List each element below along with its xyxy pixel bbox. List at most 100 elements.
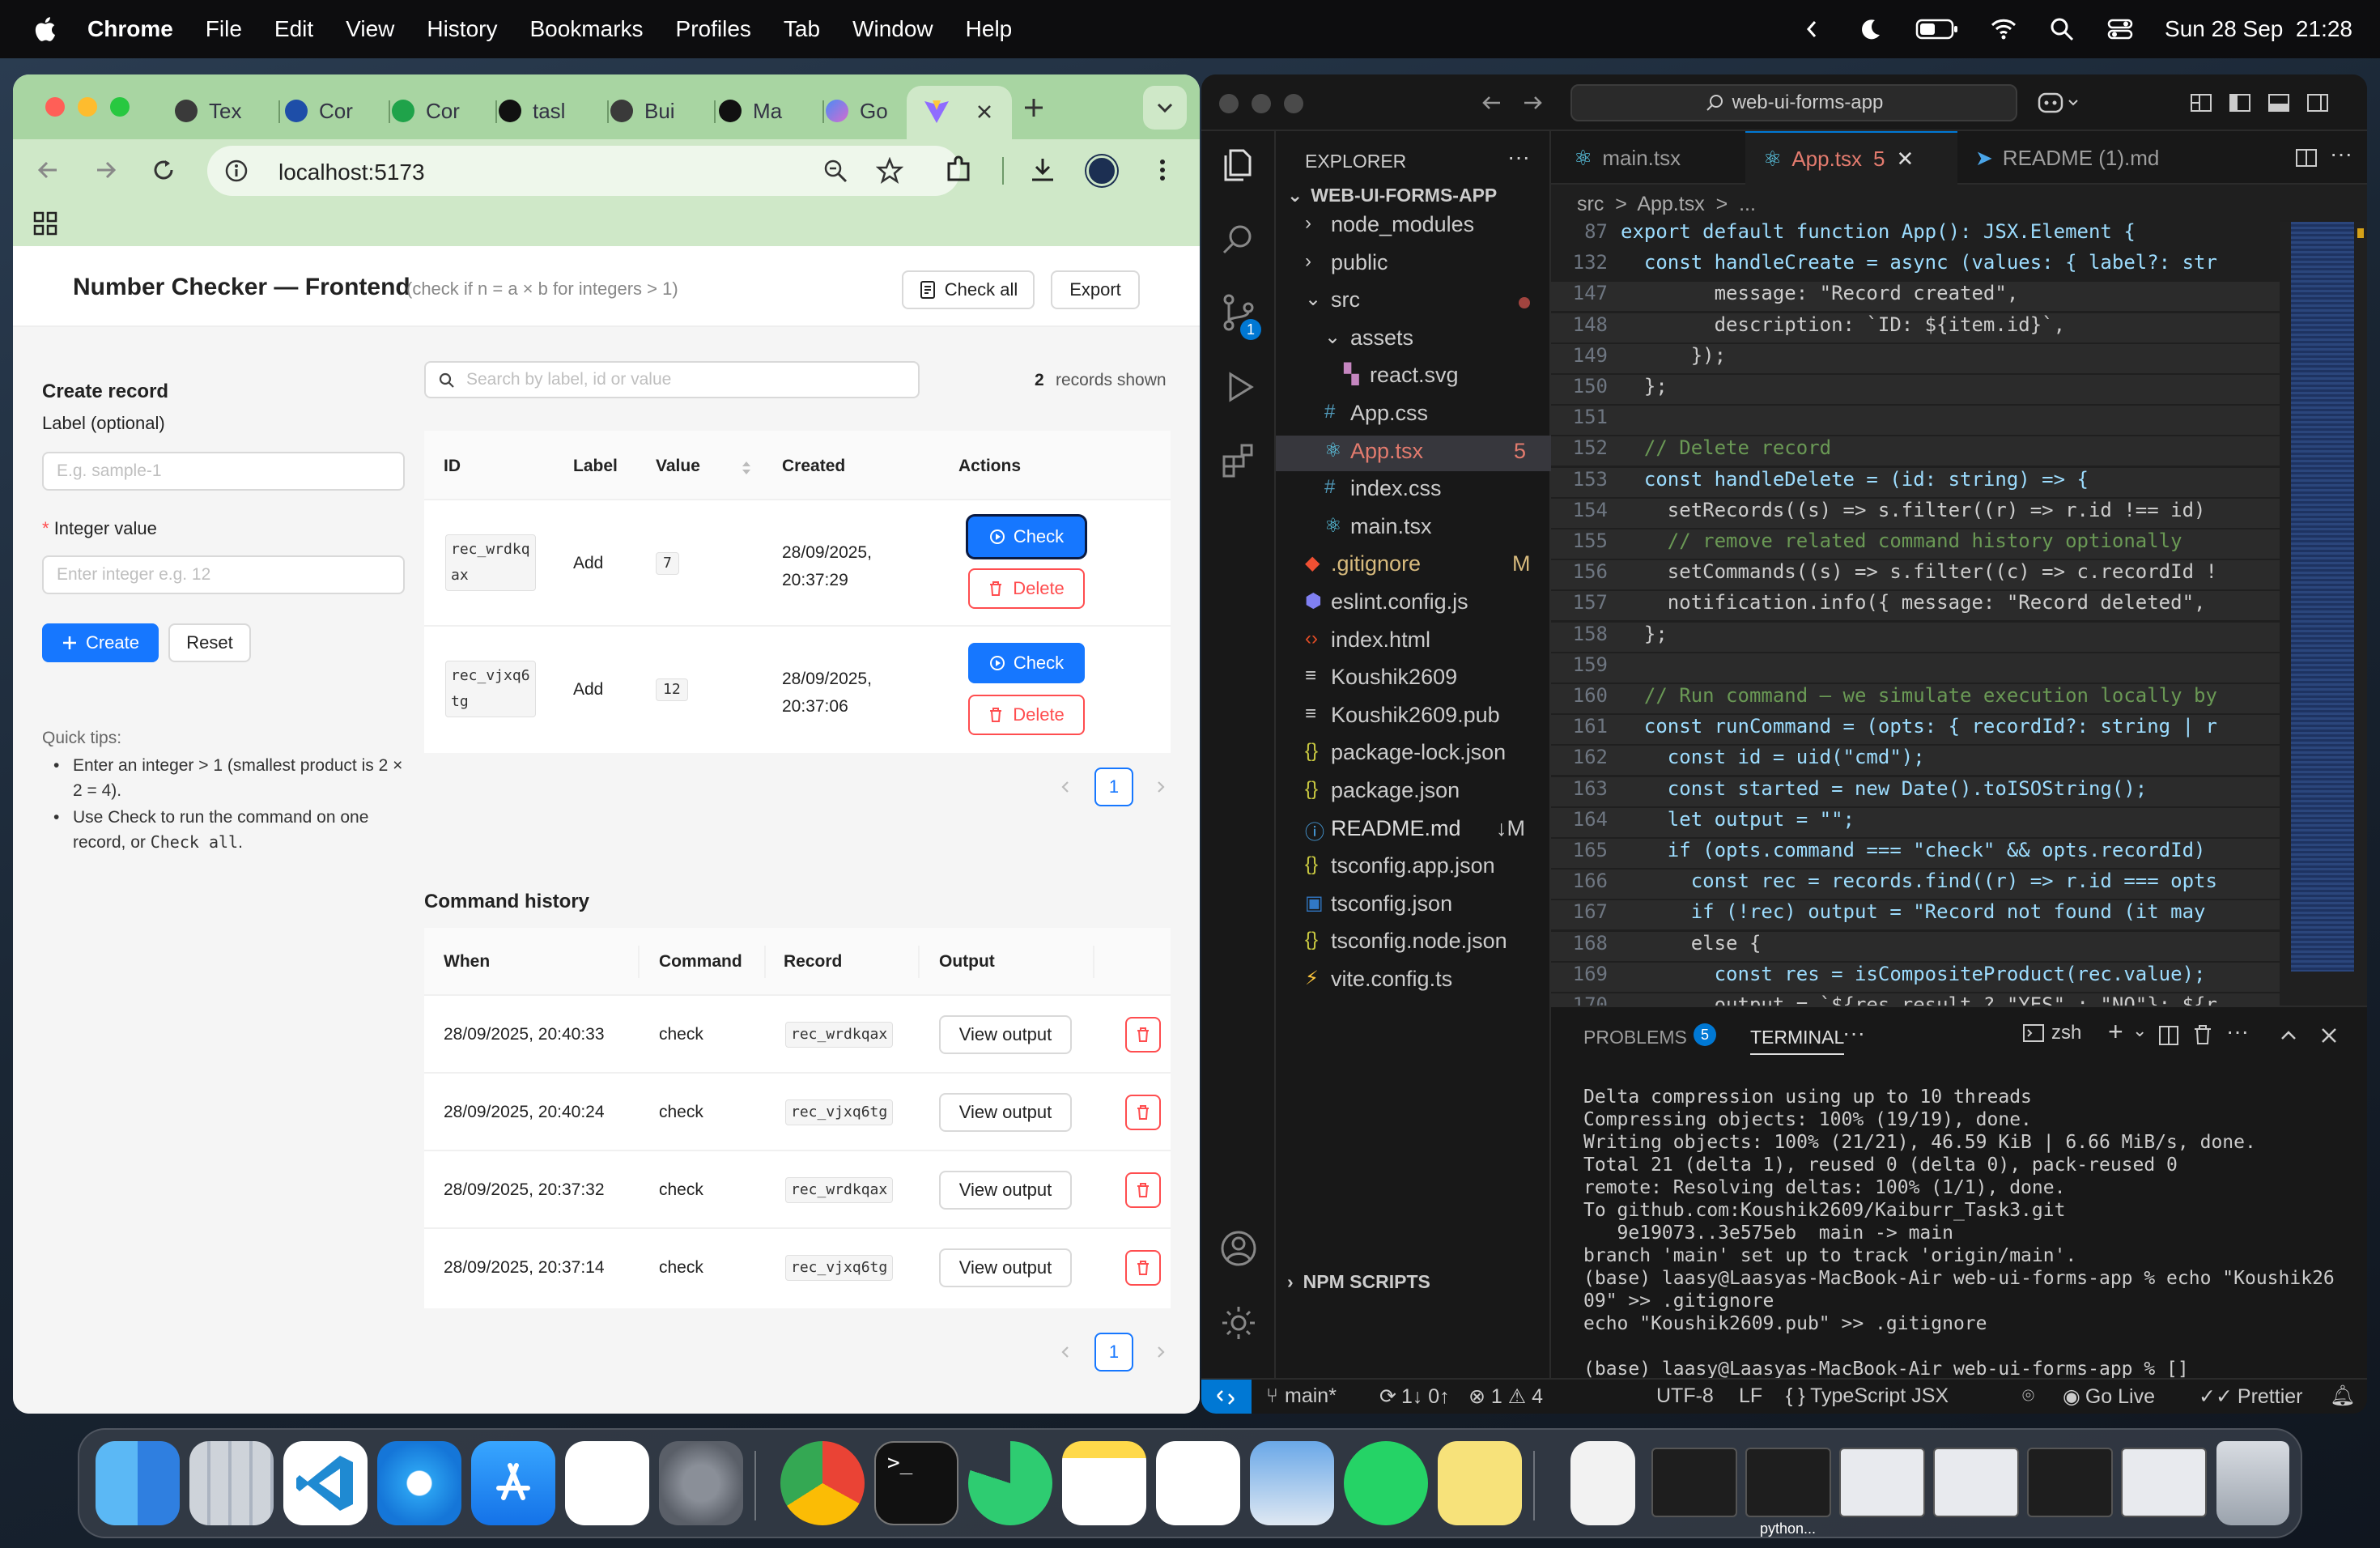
next-page-icon[interactable] [1153, 779, 1169, 795]
chrome-tab-5[interactable]: Bui [610, 89, 716, 133]
terminal-output[interactable]: Delta compression using up to 10 threads… [1551, 1064, 2361, 1380]
notes-icon[interactable] [1062, 1441, 1146, 1525]
next-page-icon[interactable] [1153, 1344, 1169, 1360]
file-tree-item[interactable]: ⓘ README.md ↓M [1276, 813, 1551, 848]
code-line[interactable]: 164 let output = ""; [1551, 807, 2280, 837]
url-text[interactable]: localhost:5173 [278, 159, 425, 185]
window-thumbnail[interactable] [1651, 1448, 1737, 1517]
site-info-icon[interactable] [223, 158, 249, 184]
view-output-button[interactable]: View output [939, 1015, 1072, 1054]
kebab-menu-icon[interactable] [1148, 155, 1177, 185]
view-output-button[interactable]: View output [939, 1093, 1072, 1132]
code-line[interactable]: 165 if (opts.command === "check" && opts… [1551, 839, 2280, 868]
check-button[interactable]: Check [968, 643, 1085, 683]
file-tree-item[interactable]: {} tsconfig.node.json [1276, 925, 1551, 961]
copilot-icon[interactable] [2037, 89, 2080, 117]
encoding-status[interactable]: UTF-8 [1656, 1384, 1714, 1408]
window-thumbnail[interactable] [1839, 1448, 1925, 1517]
copilot-status-icon[interactable]: ⌾ [2022, 1384, 2034, 1408]
label-input[interactable]: E.g. sample-1 [42, 452, 405, 491]
prettier-status[interactable]: ✓✓ Prettier [2199, 1384, 2303, 1409]
code-line[interactable]: 151 [1551, 406, 2280, 436]
file-tree-item[interactable]: ⚡ vite.config.ts [1276, 963, 1551, 999]
minimize-window-button[interactable] [78, 97, 97, 117]
code-line[interactable]: 152 // Delete record [1551, 436, 2280, 466]
file-tree-item[interactable]: {} package-lock.json [1276, 737, 1551, 772]
file-tree-item[interactable]: ≡ Koushik2609 [1276, 661, 1551, 697]
menu-history[interactable]: History [427, 16, 497, 42]
eol-status[interactable]: LF [1739, 1384, 1762, 1408]
file-tree-item[interactable]: ⌄ src [1276, 284, 1551, 320]
column-label[interactable]: Label [573, 457, 618, 476]
zoom-window-button[interactable] [1284, 94, 1303, 113]
window-thumbnail[interactable] [2121, 1448, 2207, 1517]
view-output-button[interactable]: View output [939, 1248, 1072, 1287]
reset-button[interactable]: Reset [168, 623, 251, 662]
view-output-button[interactable]: View output [939, 1171, 1072, 1210]
menu-edit[interactable]: Edit [274, 16, 313, 42]
code-line[interactable]: 166 const rec = records.find((r) => r.id… [1551, 870, 2280, 899]
menubar-clock[interactable]: Sun 28 Sep 21:28 [2165, 16, 2352, 42]
forward-arrow-icon[interactable] [1520, 91, 1545, 115]
code-view[interactable]: 87 export default function App(): JSX.Ele… [1551, 220, 2280, 1054]
account-icon[interactable] [1219, 1229, 1258, 1268]
toggle-panel-icon[interactable] [2267, 91, 2291, 115]
editor-tab-main-tsx[interactable]: ⚛ main.tsx [1551, 131, 1745, 185]
code-line[interactable]: 160 // Run command — we simulate executi… [1551, 684, 2280, 713]
file-tree-item[interactable]: # App.css [1276, 398, 1551, 433]
more-actions-icon[interactable]: ··· [2330, 141, 2352, 167]
zoom-window-button[interactable] [110, 97, 130, 117]
code-line[interactable]: 149 }); [1551, 343, 2280, 373]
code-line[interactable]: 168 else { [1551, 931, 2280, 961]
settings-gear-icon[interactable] [1219, 1303, 1258, 1342]
delete-history-button[interactable] [1125, 1017, 1161, 1053]
chrome-tab-active[interactable] [907, 86, 1012, 139]
export-button[interactable]: Export [1051, 270, 1140, 309]
file-tree-item[interactable]: # index.css [1276, 473, 1551, 508]
file-tree-item[interactable]: ≡ Koushik2609.pub [1276, 700, 1551, 735]
extensions-icon[interactable] [1219, 440, 1258, 479]
language-status[interactable]: { } TypeScript JSX [1786, 1384, 1949, 1408]
editor-breadcrumb[interactable]: src > App.tsx > ... [1577, 193, 1756, 216]
whatsapp-icon[interactable] [1344, 1441, 1428, 1525]
code-line[interactable]: 87 export default function App(): JSX.Ele… [1551, 220, 2280, 249]
run-debug-icon[interactable] [1219, 368, 1258, 406]
menu-help[interactable]: Help [966, 16, 1013, 42]
code-line[interactable]: 163 const started = new Date().toISOStri… [1551, 776, 2280, 806]
preview-icon[interactable] [1250, 1441, 1334, 1525]
chrome-tab-3[interactable]: Cor [392, 89, 497, 133]
stickies-icon[interactable] [1438, 1441, 1522, 1525]
split-terminal-icon[interactable] [2158, 1025, 2179, 1046]
problems-tab[interactable]: PROBLEMS [1583, 1027, 1687, 1048]
code-line[interactable]: 158 }; [1551, 622, 2280, 652]
code-line[interactable]: 148 description: `ID: ${item.id}`, [1551, 313, 2280, 342]
launchpad-icon[interactable] [189, 1441, 274, 1525]
reload-icon[interactable] [151, 157, 176, 183]
project-root[interactable]: ⌄ WEB-UI-FORMS-APP [1287, 185, 1497, 206]
menu-chrome[interactable]: Chrome [87, 16, 173, 42]
file-tree-item[interactable]: › node_modules [1276, 209, 1551, 245]
close-tab-icon[interactable]: ✕ [1897, 147, 1915, 172]
chevron-left-icon[interactable] [1799, 15, 1826, 43]
battery-icon[interactable] [1915, 17, 1959, 41]
file-tree-item[interactable]: ⚛ main.tsx [1276, 511, 1551, 546]
sort-icon[interactable] [740, 458, 753, 478]
file-tree-item[interactable]: ⌄ assets [1276, 322, 1551, 358]
chevron-down-icon[interactable]: ⌄ [2132, 1020, 2147, 1041]
menu-view[interactable]: View [346, 16, 394, 42]
safari-icon[interactable] [377, 1441, 461, 1525]
reminders-icon[interactable] [565, 1441, 649, 1525]
editor-tab-app-tsx[interactable]: ⚛ App.tsx 5 ✕ [1745, 131, 1957, 185]
chrome-tab-2[interactable]: Cor [285, 89, 390, 133]
trash-icon[interactable] [2192, 1023, 2213, 1046]
menu-file[interactable]: File [206, 16, 242, 42]
delete-button[interactable]: Delete [968, 695, 1085, 735]
file-tree-item[interactable]: ▣ tsconfig.json [1276, 888, 1551, 924]
more-actions-icon[interactable]: ··· [1507, 144, 1530, 170]
freeform-icon[interactable] [1156, 1441, 1240, 1525]
new-tab-icon[interactable] [1022, 96, 1046, 120]
vscode-dock-icon[interactable] [283, 1441, 368, 1525]
delete-button[interactable]: Delete [968, 568, 1085, 609]
chrome-tab-4[interactable]: tasl [499, 89, 609, 133]
window-thumbnail[interactable] [1933, 1448, 2019, 1517]
